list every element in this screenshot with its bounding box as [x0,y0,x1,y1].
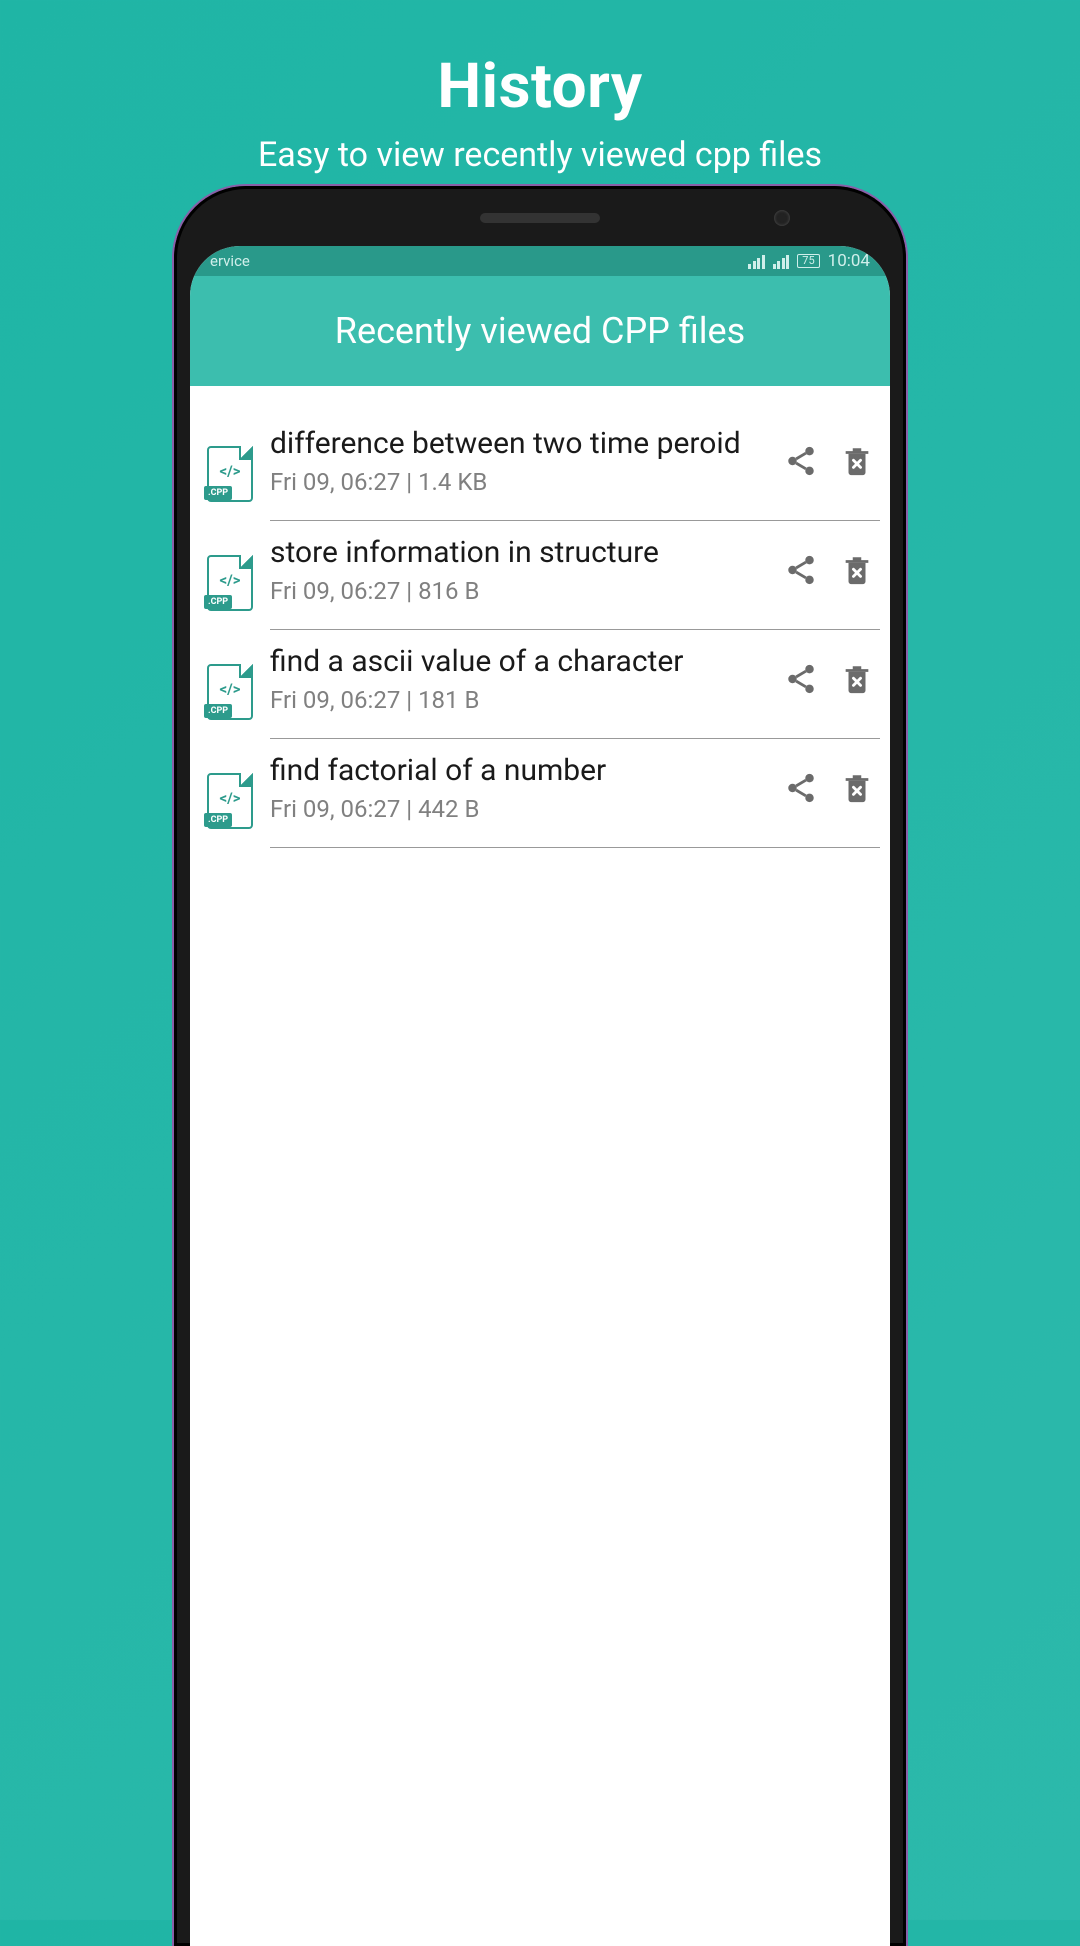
phone-frame: ervice 75 10:04 Recently viewed CPP file… [174,186,906,1946]
list-item[interactable]: </> .CPP difference between two time per… [190,412,890,521]
android-status-bar: ervice 75 10:04 [190,246,890,276]
file-icon-code-glyph: </> [207,571,253,589]
file-meta: Fri 09, 06:27 | 181 B [270,686,774,714]
delete-button[interactable] [840,553,874,587]
status-right-cluster: 75 10:04 [748,251,870,271]
list-item[interactable]: </> .CPP store information in structure … [190,521,890,630]
delete-button[interactable] [840,771,874,805]
file-icon-ext-label: .CPP [204,813,232,827]
cpp-file-icon: </> .CPP [204,664,256,720]
cpp-file-icon: </> .CPP [204,773,256,829]
promo-header: History Easy to view recently viewed cpp… [0,0,1080,175]
phone-notch [410,212,670,224]
phone-speaker [480,213,600,223]
cpp-file-icon: </> .CPP [204,446,256,502]
promo-title: History [0,50,1080,123]
status-time: 10:04 [828,251,870,271]
file-title: find a ascii value of a character [270,644,774,680]
file-title: store information in structure [270,535,774,571]
cpp-file-icon: </> .CPP [204,555,256,611]
file-meta: Fri 09, 06:27 | 442 B [270,795,774,823]
share-icon [784,553,818,587]
delete-button[interactable] [840,444,874,478]
delete-button[interactable] [840,662,874,696]
share-button[interactable] [784,444,818,478]
phone-screen: ervice 75 10:04 Recently viewed CPP file… [190,246,890,1946]
phone-camera [774,210,790,226]
share-icon [784,771,818,805]
file-icon-ext-label: .CPP [204,704,232,718]
signal-icon [773,254,790,269]
file-title: find factorial of a number [270,753,774,789]
file-icon-ext-label: .CPP [204,595,232,609]
trash-icon [840,662,874,696]
file-icon-code-glyph: </> [207,680,253,698]
share-button[interactable] [784,662,818,696]
share-icon [784,662,818,696]
file-meta: Fri 09, 06:27 | 816 B [270,577,774,605]
promo-subtitle: Easy to view recently viewed cpp files [0,135,1080,175]
share-button[interactable] [784,771,818,805]
file-meta: Fri 09, 06:27 | 1.4 KB [270,468,774,496]
list-item[interactable]: </> .CPP find factorial of a number Fri … [190,739,890,848]
share-button[interactable] [784,553,818,587]
file-icon-code-glyph: </> [207,462,253,480]
list-item-text: find a ascii value of a character Fri 09… [270,644,774,714]
trash-icon [840,444,874,478]
share-icon [784,444,818,478]
file-icon-code-glyph: </> [207,789,253,807]
app-bar: Recently viewed CPP files [190,276,890,386]
list-item-text: find factorial of a number Fri 09, 06:27… [270,753,774,823]
list-item-text: difference between two time peroid Fri 0… [270,426,774,496]
trash-icon [840,553,874,587]
list-item-text: store information in structure Fri 09, 0… [270,535,774,605]
trash-icon [840,771,874,805]
file-title: difference between two time peroid [270,426,774,462]
status-left-text: ervice [210,252,250,270]
file-icon-ext-label: .CPP [204,486,232,500]
signal-icon [748,254,765,269]
app-bar-title: Recently viewed CPP files [335,310,745,352]
list-item[interactable]: </> .CPP find a ascii value of a charact… [190,630,890,739]
file-list: </> .CPP difference between two time per… [190,386,890,848]
battery-level: 75 [802,255,814,267]
battery-icon: 75 [797,254,819,268]
